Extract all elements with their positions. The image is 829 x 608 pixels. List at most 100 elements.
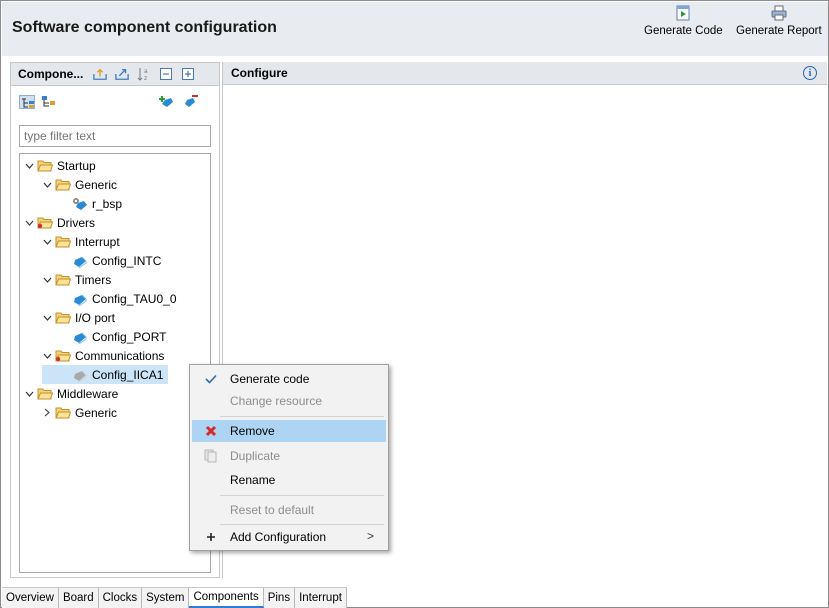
tree-node-startup[interactable]: Startup <box>24 156 96 175</box>
configure-panel-title: Configure <box>231 66 288 80</box>
tree-node-timers[interactable]: Timers <box>42 270 111 289</box>
svg-text:z: z <box>144 75 147 81</box>
folder-open-icon <box>55 273 71 287</box>
chevron-right-icon[interactable] <box>42 408 52 418</box>
tab-components[interactable]: Components <box>189 588 264 608</box>
tree-node-config-iica1[interactable]: Config_IICA1 <box>42 365 168 384</box>
menu-item-label: Rename <box>230 473 276 487</box>
window-frame: Software component configuration Generat… <box>0 0 829 608</box>
tree-node-config-port[interactable]: Config_PORT <box>72 327 166 346</box>
tree-node-io-port[interactable]: I/O port <box>42 308 115 327</box>
editor-tab-bar: Overview Board Clocks System Components … <box>2 587 347 608</box>
folder-open-icon <box>37 387 53 401</box>
tree-node-label: Config_PORT <box>92 329 167 344</box>
sort-alpha-icon[interactable]: az <box>137 67 151 81</box>
generate-code-label: Generate Code <box>644 25 723 37</box>
tree-node-communications[interactable]: Communications <box>42 346 164 365</box>
tree-node-middleware[interactable]: Middleware <box>24 384 118 403</box>
menu-item-remove[interactable]: Remove <box>192 420 386 442</box>
menu-separator <box>220 416 384 417</box>
menu-item-rename[interactable]: Rename <box>192 469 386 491</box>
add-component-icon[interactable] <box>159 95 175 109</box>
component-settings-icon <box>72 197 88 211</box>
tree-node-label: Middleware <box>57 386 119 401</box>
menu-item-label: Change resource <box>230 394 323 408</box>
menu-item-label: Add Configuration <box>230 530 327 544</box>
editor-header: Software component configuration Generat… <box>2 2 828 56</box>
remove-component-icon[interactable] <box>183 95 199 109</box>
context-menu: Generate code Change resource Remove Dup… <box>189 364 389 551</box>
menu-item-label: Reset to default <box>230 503 315 517</box>
tree-node-label: Generic <box>75 177 118 192</box>
chevron-down-icon[interactable] <box>42 275 52 285</box>
component-icon <box>72 292 88 306</box>
chevron-down-icon[interactable] <box>42 351 52 361</box>
tab-pins[interactable]: Pins <box>263 588 296 608</box>
tree-node-r-bsp[interactable]: r_bsp <box>72 194 122 213</box>
generate-code-icon <box>675 5 691 21</box>
menu-separator <box>220 495 384 496</box>
tab-interrupt[interactable]: Interrupt <box>295 588 347 608</box>
component-disabled-icon <box>72 368 88 382</box>
hierarchy-view-icon[interactable] <box>41 95 57 109</box>
generate-report-button[interactable]: Generate Report <box>736 5 822 47</box>
collapse-all-icon[interactable] <box>159 67 173 81</box>
tree-node-label: Drivers <box>57 215 95 230</box>
info-icon[interactable]: i <box>803 66 817 80</box>
tab-board[interactable]: Board <box>58 588 99 608</box>
tree-node-label: Interrupt <box>75 234 120 249</box>
tree-node-config-tau0-0[interactable]: Config_TAU0_0 <box>72 289 177 308</box>
folder-open-icon <box>55 235 71 249</box>
tree-view-icon[interactable] <box>19 95 35 109</box>
components-panel-title: Compone... <box>18 67 84 81</box>
folder-open-icon <box>55 406 71 420</box>
menu-item-add-configuration[interactable]: Add Configuration > <box>192 526 386 548</box>
tree-node-generic[interactable]: Generic <box>42 175 117 194</box>
folder-warning-icon <box>37 216 53 230</box>
chevron-down-icon[interactable] <box>24 218 34 228</box>
tree-node-label: Generic <box>75 405 118 420</box>
tab-overview[interactable]: Overview <box>2 588 59 608</box>
tree-node-middleware-generic[interactable]: Generic <box>42 403 117 422</box>
menu-item-change-resource[interactable]: Change resource <box>192 390 386 412</box>
menu-separator <box>220 524 384 525</box>
menu-item-label: Duplicate <box>230 449 281 463</box>
tree-node-label: Config_IICA1 <box>92 367 164 382</box>
chevron-down-icon[interactable] <box>24 161 34 171</box>
chevron-down-icon[interactable] <box>42 237 52 247</box>
tree-node-interrupt[interactable]: Interrupt <box>42 232 120 251</box>
export-icon[interactable] <box>115 67 130 81</box>
tree-node-config-intc[interactable]: Config_INTC <box>72 251 161 270</box>
copy-icon <box>204 449 218 463</box>
menu-item-duplicate[interactable]: Duplicate <box>192 445 386 467</box>
folder-open-icon <box>55 178 71 192</box>
filter-input[interactable] <box>19 125 211 147</box>
tree-node-label: Config_TAU0_0 <box>92 291 177 306</box>
expand-all-icon[interactable] <box>181 67 195 81</box>
tree-node-label: r_bsp <box>92 196 123 211</box>
component-icon <box>72 330 88 344</box>
chevron-down-icon[interactable] <box>24 389 34 399</box>
chevron-down-icon[interactable] <box>42 313 52 323</box>
tab-clocks[interactable]: Clocks <box>98 588 143 608</box>
menu-item-generate-code[interactable]: Generate code <box>192 368 386 390</box>
generate-code-button[interactable]: Generate Code <box>644 5 723 47</box>
component-icon <box>72 254 88 268</box>
components-panel-header: Compone... az <box>11 63 219 86</box>
tree-node-label: I/O port <box>75 310 116 325</box>
menu-item-reset-to-default[interactable]: Reset to default <box>192 499 386 521</box>
component-tree: Startup Generic r_bsp Drivers Interrupt … <box>19 153 211 573</box>
menu-item-label: Remove <box>230 424 275 438</box>
configure-panel-header: Configure i <box>223 62 827 85</box>
folder-warning-icon <box>55 349 71 363</box>
printer-icon <box>771 5 787 21</box>
tab-system[interactable]: System <box>142 588 190 608</box>
add-component-icon[interactable] <box>93 67 108 81</box>
submenu-arrow-icon: > <box>366 529 374 543</box>
tree-node-label: Config_INTC <box>92 253 162 268</box>
tree-node-drivers[interactable]: Drivers <box>24 213 95 232</box>
tree-node-label: Communications <box>75 348 165 363</box>
checkmark-icon <box>204 372 218 386</box>
chevron-down-icon[interactable] <box>42 180 52 190</box>
components-toolbar <box>11 86 219 116</box>
